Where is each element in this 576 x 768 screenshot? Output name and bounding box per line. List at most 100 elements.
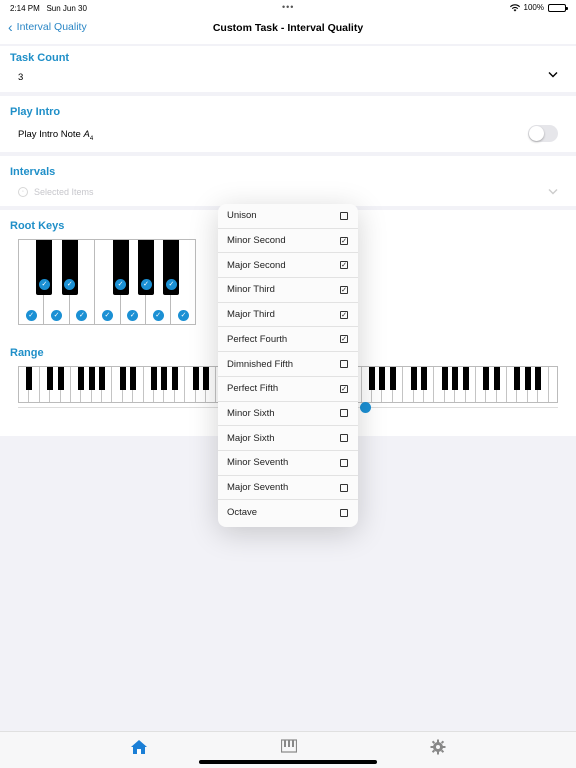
status-bar: 2:14 PM Sun Jun 30 ••• 100%: [0, 0, 576, 16]
range-black-key: [483, 367, 490, 390]
interval-option-label: Octave: [227, 507, 258, 519]
check-icon: ✓: [115, 279, 127, 290]
interval-option[interactable]: Unison: [218, 204, 358, 229]
check-icon: ✓: [178, 310, 190, 321]
tab-home[interactable]: [130, 739, 148, 755]
range-black-key: [26, 367, 33, 390]
range-black-key: [493, 367, 500, 390]
interval-option[interactable]: Perfect Fifth ✓: [218, 377, 358, 402]
status-right: 100%: [509, 3, 568, 12]
status-time: 2:14 PM Sun Jun 30: [10, 4, 87, 13]
play-intro-section: Play Intro Play Intro Note A4: [0, 96, 576, 152]
checkbox-icon[interactable]: [340, 211, 348, 220]
check-icon: ✓: [101, 310, 113, 321]
range-black-key: [161, 367, 168, 390]
checkbox-checked-icon[interactable]: ✓: [340, 310, 348, 319]
piano-icon: [280, 739, 298, 753]
task-count-title: Task Count: [10, 52, 70, 64]
range-black-key: [130, 367, 137, 390]
interval-option[interactable]: Dimnished Fifth: [218, 352, 358, 377]
chevron-down-icon[interactable]: [548, 187, 558, 198]
interval-option[interactable]: Major Third ✓: [218, 303, 358, 328]
check-icon: ✓: [25, 310, 37, 321]
checkbox-checked-icon[interactable]: ✓: [340, 335, 348, 344]
gear-icon: [430, 739, 446, 755]
check-icon: ✓: [76, 310, 88, 321]
range-black-key: [119, 367, 126, 390]
interval-option-label: Perfect Fifth: [227, 383, 279, 395]
checkbox-checked-icon[interactable]: ✓: [340, 236, 348, 245]
battery-icon: [548, 3, 568, 12]
range-slider-handle[interactable]: [360, 402, 371, 413]
page-title: Custom Task - Interval Quality: [212, 22, 364, 34]
root-black-key[interactable]: ✓: [163, 240, 180, 295]
root-keys-title: Root Keys: [10, 220, 65, 232]
range-black-key: [524, 367, 531, 390]
root-keys-piano: ✓ ✓ ✓ ✓ ✓ ✓ ✓ ✓ ✓ ✓ ✓ ✓: [18, 239, 196, 325]
interval-option-label: Perfect Fourth: [227, 333, 288, 345]
check-icon: ✓: [64, 279, 76, 290]
task-count-value[interactable]: 3: [18, 72, 23, 83]
play-intro-label: Play Intro Note A4: [18, 129, 94, 142]
checkbox-icon[interactable]: [340, 434, 348, 443]
checkbox-checked-icon[interactable]: ✓: [340, 261, 348, 270]
interval-option[interactable]: Major Seventh: [218, 476, 358, 501]
task-count-section: Task Count 3: [0, 46, 576, 92]
root-black-key[interactable]: ✓: [61, 240, 78, 295]
range-black-key: [99, 367, 106, 390]
range-black-key: [452, 367, 459, 390]
check-icon: ✓: [140, 279, 152, 290]
range-black-key: [535, 367, 542, 390]
interval-option-label: Minor Second: [227, 235, 286, 247]
interval-option[interactable]: Minor Seventh: [218, 451, 358, 476]
tab-piano[interactable]: [280, 739, 299, 755]
selected-items-icon: ◦: [18, 187, 28, 197]
root-black-key[interactable]: ✓: [138, 240, 154, 295]
range-black-key: [202, 367, 209, 390]
interval-option-label: Unison: [227, 210, 257, 222]
intervals-title: Intervals: [10, 166, 56, 178]
interval-option-label: Major Seventh: [227, 482, 289, 494]
interval-option-label: Minor Third: [227, 284, 275, 296]
interval-option-label: Major Second: [227, 259, 286, 271]
battery-percent: 100%: [523, 3, 544, 12]
checkbox-icon[interactable]: [340, 458, 348, 467]
interval-option[interactable]: Minor Third ✓: [218, 278, 358, 303]
checkbox-icon[interactable]: [340, 360, 348, 369]
interval-option[interactable]: Octave: [218, 500, 358, 525]
interval-option-label: Major Third: [227, 309, 275, 321]
interval-option[interactable]: Minor Sixth: [218, 402, 358, 427]
chevron-down-icon[interactable]: [548, 70, 558, 81]
tab-settings[interactable]: [430, 739, 448, 755]
intervals-selected-placeholder[interactable]: Selected Items: [34, 187, 94, 197]
interval-option[interactable]: Major Sixth: [218, 426, 358, 451]
checkbox-icon[interactable]: [340, 483, 348, 492]
interval-option-label: Dimnished Fifth: [227, 358, 293, 370]
home-indicator[interactable]: [199, 760, 377, 764]
range-black-key: [389, 367, 396, 390]
range-black-key: [462, 367, 469, 390]
interval-option-label: Minor Sixth: [227, 407, 275, 419]
checkbox-checked-icon[interactable]: ✓: [340, 285, 348, 294]
play-intro-toggle[interactable]: [528, 125, 558, 142]
range-black-key: [151, 367, 157, 390]
check-icon: ✓: [38, 279, 50, 290]
interval-option[interactable]: Major Second ✓: [218, 253, 358, 279]
range-title: Range: [10, 347, 44, 359]
root-black-key[interactable]: ✓: [112, 240, 129, 295]
check-icon: ✓: [165, 279, 177, 290]
interval-option[interactable]: Perfect Fourth ✓: [218, 328, 358, 353]
checkbox-checked-icon[interactable]: ✓: [340, 384, 348, 393]
range-black-key: [369, 367, 376, 390]
checkbox-icon[interactable]: [340, 409, 348, 418]
interval-option[interactable]: Minor Second ✓: [218, 229, 358, 254]
play-intro-title: Play Intro: [10, 106, 61, 118]
multitasking-dots[interactable]: •••: [282, 2, 294, 12]
home-icon: [131, 740, 147, 754]
range-black-key: [192, 367, 199, 390]
range-black-key: [379, 367, 386, 390]
checkbox-icon[interactable]: [340, 508, 348, 517]
check-icon: ✓: [127, 310, 139, 321]
root-black-key[interactable]: ✓: [36, 240, 53, 295]
range-black-key: [47, 367, 54, 390]
